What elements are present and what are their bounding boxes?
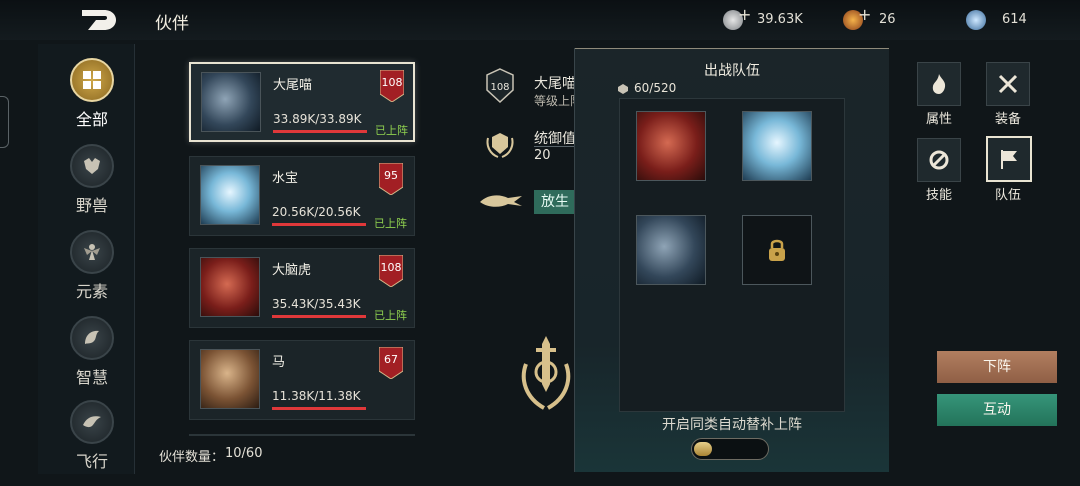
nav-item-wisdom[interactable]: 智慧 [44, 316, 140, 400]
team-capacity: 60/520 [634, 81, 677, 95]
attributes-button[interactable] [917, 62, 961, 106]
bird-icon [70, 400, 114, 444]
back-arrow-icon [82, 10, 116, 30]
team-slot-grid [619, 98, 845, 412]
gold-value: 26 [879, 12, 896, 27]
attributes-label: 属性 [925, 112, 952, 127]
hp-bar [272, 315, 366, 318]
equipment-button[interactable] [986, 62, 1030, 106]
hp-bar [272, 223, 366, 226]
release-button[interactable]: 放生 [534, 190, 576, 214]
popup-title: 出战队伍 [704, 63, 760, 79]
partner-portrait [201, 72, 261, 132]
partner-portrait [200, 165, 260, 225]
silver-value: 39.63K [757, 12, 803, 27]
partner-level: 108 [380, 261, 402, 274]
capacity-icon [618, 84, 628, 94]
crystal-icon [966, 10, 986, 30]
command-divider [534, 146, 574, 147]
partner-card[interactable]: 水宝 20.56K/20.56K 已上阵 95 [189, 156, 415, 236]
interact-button[interactable]: 互动 [937, 394, 1057, 426]
flame-icon [932, 74, 946, 94]
nav-item-all[interactable]: 全部 [44, 58, 140, 142]
partner-status: 已上阵 [375, 124, 408, 137]
partner-status: 已上阵 [374, 309, 407, 322]
page-title: 伙伴 [155, 14, 189, 34]
hp-bar [272, 407, 366, 410]
nav-item-beast[interactable]: 野兽 [44, 144, 140, 228]
list-divider [189, 434, 415, 436]
nav-label: 飞行 [75, 452, 108, 471]
command-label: 统御值 [534, 131, 576, 147]
partner-hp: 35.43K/35.43K [272, 297, 361, 311]
team-label: 队伍 [994, 188, 1021, 203]
partner-level: 67 [384, 353, 398, 366]
beast-icon [70, 144, 114, 188]
partner-name: 马 [272, 355, 286, 370]
skill-icon [929, 150, 949, 170]
partner-hp: 33.89K/33.89K [273, 112, 362, 126]
hp-bar-fill [273, 130, 367, 133]
edge-handle[interactable] [0, 96, 9, 148]
add-silver-button[interactable]: + [738, 5, 751, 24]
back-button[interactable] [78, 6, 120, 34]
team-slot[interactable] [636, 111, 706, 181]
popup-top-line [575, 48, 889, 49]
partner-count-label: 伙伴数量： [159, 450, 225, 465]
team-popup: 出战队伍 60/520 开启同类自动替补上阵 [574, 48, 889, 472]
lock-icon [769, 239, 785, 261]
partner-name: 水宝 [272, 171, 299, 186]
skills-button[interactable] [917, 138, 961, 182]
hp-bar-fill [272, 315, 366, 318]
partner-card[interactable]: 大脑虎 35.43K/35.43K 已上阵 108 [189, 248, 415, 328]
partner-portrait [200, 349, 260, 409]
nav-label: 智慧 [75, 368, 108, 387]
team-slot[interactable] [636, 215, 706, 285]
command-value: 20 [534, 148, 551, 163]
nav-item-flying[interactable]: 飞行 [44, 400, 140, 484]
detail-level: 108 [490, 82, 510, 93]
toggle-knob [694, 442, 712, 456]
nav-label: 野兽 [75, 196, 108, 215]
detail-name: 大尾喵 [534, 76, 576, 92]
partner-status: 已上阵 [374, 217, 407, 230]
equipment-label: 装备 [994, 112, 1021, 127]
auto-replace-toggle[interactable] [691, 438, 769, 460]
nav-label: 全部 [75, 110, 108, 129]
partner-name: 大脑虎 [272, 263, 312, 278]
wisdom-icon [70, 316, 114, 360]
hp-bar-fill [272, 223, 366, 226]
add-gold-button[interactable]: + [858, 5, 871, 24]
crossed-swords-icon [998, 74, 1018, 94]
skills-label: 技能 [925, 188, 952, 203]
crystal-value: 614 [1002, 12, 1027, 27]
nav-label: 元素 [75, 282, 108, 301]
team-button[interactable] [986, 136, 1032, 182]
partner-card[interactable]: 大尾喵 33.89K/33.89K 已上阵 108 [189, 62, 415, 142]
grid-icon [70, 58, 114, 102]
partner-portrait [200, 257, 260, 317]
running-beast-icon [480, 195, 522, 207]
partner-hp: 20.56K/20.56K [272, 205, 361, 219]
partner-level: 95 [384, 169, 398, 182]
auto-replace-label: 开启同类自动替补上阵 [662, 417, 802, 433]
sword-laurel-emblem-icon [521, 336, 571, 410]
partner-name: 大尾喵 [273, 78, 313, 93]
hp-bar-fill [272, 407, 366, 410]
partner-level: 108 [381, 76, 403, 89]
team-slot[interactable] [742, 111, 812, 181]
hp-bar [273, 130, 367, 133]
partner-card[interactable]: 马 11.38K/11.38K 67 [189, 340, 415, 420]
fairy-icon [70, 230, 114, 274]
flag-icon [1001, 150, 1017, 169]
nav-item-element[interactable]: 元素 [44, 230, 140, 314]
team-slot-locked[interactable] [742, 215, 812, 285]
partner-count-value: 10/60 [225, 446, 263, 461]
partner-hp: 11.38K/11.38K [272, 389, 361, 403]
laurel-shield-icon [486, 133, 514, 158]
unassign-button[interactable]: 下阵 [937, 351, 1057, 383]
